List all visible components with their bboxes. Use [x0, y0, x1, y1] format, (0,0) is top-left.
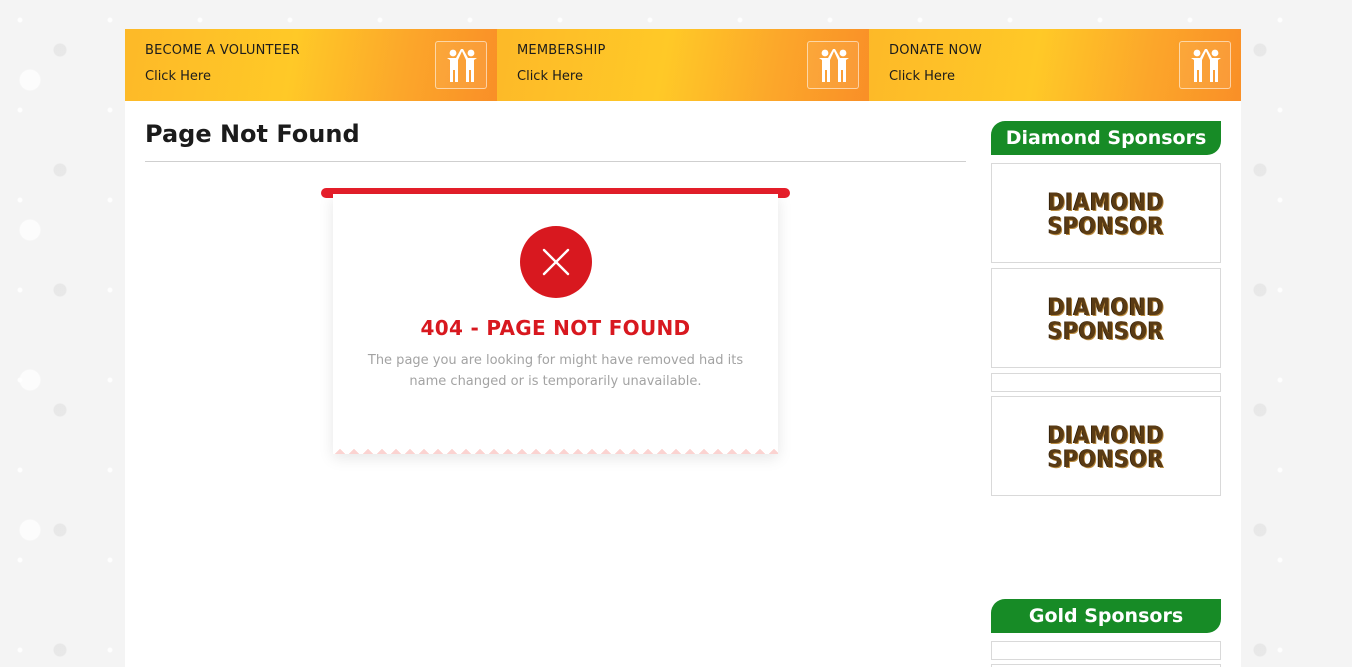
- sponsor-logo-line: SPONSOR: [1047, 445, 1165, 473]
- people-high-five-icon: [1179, 41, 1231, 89]
- sponsor-logo-line: DIAMOND: [1047, 293, 1165, 321]
- page-container: BECOME A VOLUNTEER Click Here MEMBERSHIP…: [125, 29, 1241, 667]
- sponsor-logo-line: DIAMOND: [1047, 188, 1165, 216]
- diamond-sponsor-card-empty[interactable]: [991, 373, 1221, 392]
- volunteer-cta[interactable]: BECOME A VOLUNTEER Click Here: [125, 29, 497, 101]
- diamond-sponsors-heading: Diamond Sponsors: [991, 121, 1221, 155]
- main-content: Page Not Found 404 - PAGE NOT FOUND The …: [145, 101, 966, 454]
- error-panel: 404 - PAGE NOT FOUND The page you are lo…: [321, 188, 790, 468]
- diamond-sponsor-logo: DIAMOND SPONSOR: [1008, 423, 1204, 471]
- sponsor-logo-line: SPONSOR: [1047, 212, 1165, 240]
- cta-bar: BECOME A VOLUNTEER Click Here MEMBERSHIP…: [125, 29, 1241, 101]
- diamond-sponsor-logo: DIAMOND SPONSOR: [1008, 190, 1204, 238]
- error-message: The page you are looking for might have …: [367, 353, 744, 389]
- sponsor-logo-line: SPONSOR: [1047, 317, 1165, 345]
- diamond-sponsor-card[interactable]: DIAMOND SPONSOR: [991, 396, 1221, 496]
- gold-sponsor-card[interactable]: [991, 641, 1221, 660]
- error-heading: 404 - PAGE NOT FOUND: [420, 316, 691, 340]
- error-card: 404 - PAGE NOT FOUND The page you are lo…: [333, 194, 778, 454]
- sponsor-logo-line: DIAMOND: [1047, 421, 1165, 449]
- page-title: Page Not Found: [145, 120, 360, 148]
- donate-cta[interactable]: DONATE NOW Click Here: [869, 29, 1241, 101]
- diamond-sponsor-card[interactable]: DIAMOND SPONSOR: [991, 163, 1221, 263]
- close-icon: [520, 226, 592, 298]
- title-divider: [145, 161, 966, 162]
- diamond-sponsor-card[interactable]: DIAMOND SPONSOR: [991, 268, 1221, 368]
- gold-sponsors-heading: Gold Sponsors: [991, 599, 1221, 633]
- people-high-five-icon: [435, 41, 487, 89]
- sponsor-sidebar: Diamond Sponsors DIAMOND SPONSOR DIAMOND…: [991, 121, 1221, 667]
- diamond-sponsor-logo: DIAMOND SPONSOR: [1008, 295, 1204, 343]
- membership-cta[interactable]: MEMBERSHIP Click Here: [497, 29, 869, 101]
- people-high-five-icon: [807, 41, 859, 89]
- zigzag-edge: [333, 444, 778, 454]
